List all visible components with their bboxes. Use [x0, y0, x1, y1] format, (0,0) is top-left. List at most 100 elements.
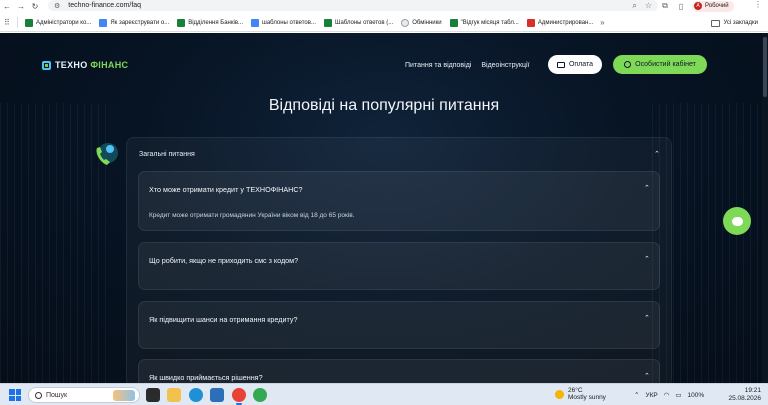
- chevron-up-icon[interactable]: ⌃: [644, 314, 650, 322]
- edge-icon[interactable]: [189, 388, 203, 402]
- chat-button[interactable]: [723, 207, 751, 235]
- phone-support-icon: [96, 143, 118, 165]
- site-info-icon[interactable]: ⚙: [54, 2, 60, 10]
- wifi-icon[interactable]: ◠: [664, 391, 670, 399]
- scrollbar[interactable]: [762, 33, 768, 383]
- bookmark-item[interactable]: Обмінники: [397, 16, 445, 30]
- taskbar-search[interactable]: Пошук: [28, 387, 140, 403]
- admin-icon: [526, 18, 535, 27]
- web-page: ТЕХНО ФІНАНС Питання та відповіді Відеоі…: [0, 33, 768, 383]
- tray-expand-icon[interactable]: ⌃: [634, 391, 639, 399]
- site-logo[interactable]: ТЕХНО ФІНАНС: [42, 60, 128, 70]
- bookmark-label: Администрирован...: [537, 19, 594, 26]
- bookmark-item[interactable]: Адміністратори ко...: [21, 16, 95, 30]
- url-text[interactable]: techno-finance.com/faq: [68, 2, 141, 9]
- search-highlight-icon: [113, 390, 135, 401]
- nav-link-video[interactable]: Відеоінструкції: [481, 62, 529, 69]
- sun-icon: [555, 389, 564, 399]
- chat-bubble-icon: [731, 216, 743, 226]
- main-nav: Питання та відповіді Відеоінструкції: [405, 59, 539, 71]
- search-placeholder: Пошук: [46, 391, 68, 399]
- faq-question[interactable]: Що робити, якщо не приходить смс з кодом…: [149, 256, 298, 265]
- battery-icon[interactable]: ▭: [675, 391, 681, 399]
- address-bar[interactable]: ⚙ techno-finance.com/faq ⌕ ☆: [48, 0, 658, 11]
- docs-icon: [251, 18, 260, 27]
- avatar: А: [694, 2, 702, 10]
- logo-text-part1: ТЕХНО: [55, 60, 88, 70]
- bookmark-item[interactable]: Администрирован...: [523, 16, 598, 30]
- more-bookmarks-icon[interactable]: »: [597, 18, 607, 27]
- language-indicator[interactable]: УКР: [645, 392, 657, 399]
- bookmark-item[interactable]: шаблоны ответов...: [247, 16, 320, 30]
- user-icon: [624, 61, 632, 68]
- more-menu-icon[interactable]: ⋮: [754, 0, 762, 9]
- zoom-icon[interactable]: ⌕: [632, 1, 636, 11]
- chevron-up-icon[interactable]: ⌃: [644, 184, 650, 192]
- logo-icon: [42, 60, 51, 70]
- all-bookmarks-label: Усі закладки: [723, 20, 758, 26]
- file-explorer-icon[interactable]: [167, 388, 181, 402]
- sheets-icon: [25, 18, 33, 27]
- chevron-up-icon[interactable]: ⌃: [654, 150, 660, 158]
- faq-answer: Кредит може отримати громадянин України …: [149, 212, 355, 219]
- docs-icon: [99, 18, 108, 27]
- system-tray: ⌃ УКР ◠ ▭ 100%: [634, 384, 704, 405]
- sheets-icon: [323, 18, 332, 27]
- chrome-profile-icon[interactable]: [253, 388, 267, 402]
- bookmark-item[interactable]: Відділення Банків...: [173, 16, 247, 30]
- faq-section-title[interactable]: Загальні питання: [139, 151, 195, 158]
- folder-icon: [711, 19, 721, 27]
- extensions-icon[interactable]: ⧉: [660, 1, 670, 11]
- task-view-icon[interactable]: [146, 388, 160, 402]
- battery-percent: 100%: [687, 391, 705, 399]
- faq-item[interactable]: Як швидко приймається рішення? ⌃: [138, 359, 660, 383]
- bookmark-label: "Відгук місяця табл...: [460, 19, 519, 26]
- payment-icon: [556, 61, 565, 68]
- nav-link-faq[interactable]: Питання та відповіді: [405, 62, 471, 69]
- chrome-icon[interactable]: [232, 388, 246, 402]
- windows-start-icon[interactable]: [9, 389, 21, 401]
- store-icon[interactable]: [210, 388, 224, 402]
- apps-grid-icon[interactable]: ⠿: [4, 18, 14, 27]
- globe-icon: [401, 18, 410, 27]
- chevron-up-icon[interactable]: ⌃: [644, 372, 650, 380]
- faq-question[interactable]: Як підвищити шанси на отримання кредиту?: [149, 315, 297, 324]
- bookmark-item[interactable]: "Відгук місяця табл...: [446, 16, 523, 30]
- faq-item[interactable]: Як підвищити шанси на отримання кредиту?…: [138, 301, 660, 349]
- clock[interactable]: 19:21 25.08.2026: [727, 387, 761, 403]
- taskbar: Пошук 26°C Mostly sunny ⌃ УКР ◠ ▭ 100% 1…: [0, 383, 768, 405]
- page-title: Відповіді на популярні питання: [268, 97, 500, 114]
- side-panel-icon[interactable]: ▯: [676, 2, 686, 11]
- bookmark-label: Як зареєструвати о...: [110, 19, 170, 26]
- clock-time: 19:21: [744, 387, 761, 394]
- back-icon[interactable]: ←: [0, 0, 14, 12]
- cabinet-button[interactable]: Особистий кабінет: [613, 55, 707, 74]
- bookmark-item[interactable]: Як зареєструвати о...: [95, 16, 173, 30]
- faq-question[interactable]: Хто може отримати кредит у ТЕХНОФІНАНС?: [149, 185, 303, 194]
- bookmarks-divider: [17, 17, 18, 28]
- scrollbar-thumb[interactable]: [763, 37, 767, 97]
- chevron-up-icon[interactable]: ⌃: [644, 255, 650, 263]
- bookmark-item[interactable]: Шаблоны ответов (...: [320, 16, 397, 30]
- sheets-icon: [177, 18, 186, 27]
- profile-button[interactable]: А Робочий: [692, 0, 734, 12]
- bookmark-label: Шаблоны ответов (...: [334, 19, 394, 26]
- faq-item[interactable]: Хто може отримати кредит у ТЕХНОФІНАНС? …: [138, 171, 660, 231]
- search-icon: [35, 391, 42, 399]
- all-bookmarks[interactable]: Усі закладки: [707, 16, 762, 30]
- pay-button-label: Оплата: [568, 61, 594, 68]
- faq-item[interactable]: Що робити, якщо не приходить смс з кодом…: [138, 242, 660, 290]
- bookmark-star-icon[interactable]: ☆: [645, 1, 652, 10]
- weather-widget[interactable]: 26°C Mostly sunny: [555, 387, 606, 401]
- reload-icon[interactable]: ↻: [28, 0, 42, 12]
- bookmark-label: шаблоны ответов...: [262, 19, 316, 26]
- forward-icon[interactable]: →: [14, 0, 28, 12]
- sheets-icon: [449, 18, 458, 27]
- bookmark-label: Відділення Банків...: [188, 19, 244, 26]
- logo-text-part2: ФІНАНС: [90, 60, 129, 70]
- bookmark-label: Адміністратори ко...: [36, 19, 92, 26]
- faq-question[interactable]: Як швидко приймається рішення?: [149, 373, 263, 382]
- weather-temp: 26°C: [568, 387, 583, 394]
- clock-date: 25.08.2026: [728, 395, 761, 402]
- pay-button[interactable]: Оплата: [548, 55, 602, 74]
